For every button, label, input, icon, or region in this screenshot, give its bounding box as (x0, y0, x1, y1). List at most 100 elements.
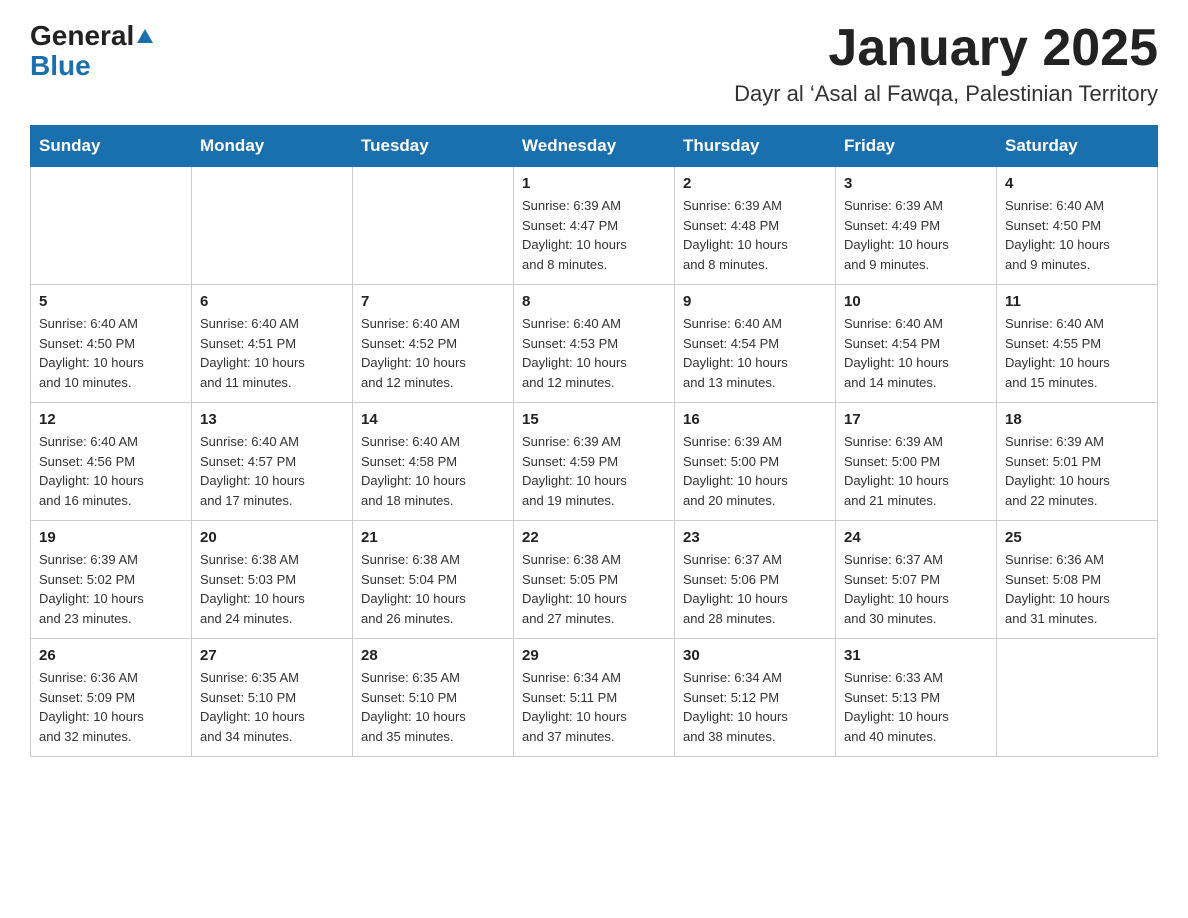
table-row (31, 167, 192, 285)
day-number: 1 (522, 175, 666, 192)
day-number: 16 (683, 411, 827, 428)
day-info: Sunrise: 6:40 AMSunset: 4:56 PMDaylight:… (39, 432, 183, 510)
title-block: January 2025 Dayr al ‘Asal al Fawqa, Pal… (734, 20, 1158, 107)
table-row: 24 Sunrise: 6:37 AMSunset: 5:07 PMDayligh… (836, 521, 997, 639)
table-row: 1 Sunrise: 6:39 AMSunset: 4:47 PMDaylight… (514, 167, 675, 285)
day-number: 26 (39, 647, 183, 664)
table-row: 15Sunrise: 6:39 AMSunset: 4:59 PMDayligh… (514, 403, 675, 521)
day-info: Sunrise: 6:40 AMSunset: 4:52 PMDaylight:… (361, 314, 505, 392)
day-info: Sunrise: 6:39 AMSunset: 5:02 PMDaylight:… (39, 550, 183, 628)
calendar-week-row: 12 Sunrise: 6:40 AMSunset: 4:56 PMDayligh… (31, 403, 1158, 521)
day-number: 10 (844, 293, 988, 310)
header-friday: Friday (836, 126, 997, 167)
day-info: Sunrise: 6:38 AMSunset: 5:04 PMDaylight:… (361, 550, 505, 628)
day-info: Sunrise: 6:39 AMSunset: 4:49 PMDaylight:… (844, 196, 988, 274)
table-row: 11 Sunrise: 6:40 AMSunset: 4:55 PMDayligh… (997, 285, 1158, 403)
day-info: Sunrise: 6:40 AMSunset: 4:54 PMDaylight:… (683, 314, 827, 392)
day-number: 27 (200, 647, 344, 664)
day-number: 19 (39, 529, 183, 546)
table-row: 28Sunrise: 6:35 AMSunset: 5:10 PMDayligh… (353, 639, 514, 757)
table-row: 31Sunrise: 6:33 AMSunset: 5:13 PMDayligh… (836, 639, 997, 757)
header-saturday: Saturday (997, 126, 1158, 167)
table-row: 7 Sunrise: 6:40 AMSunset: 4:52 PMDaylight… (353, 285, 514, 403)
header-monday: Monday (192, 126, 353, 167)
day-number: 3 (844, 175, 988, 192)
table-row (353, 167, 514, 285)
day-number: 20 (200, 529, 344, 546)
day-number: 18 (1005, 411, 1149, 428)
day-number: 23 (683, 529, 827, 546)
day-info: Sunrise: 6:40 AMSunset: 4:50 PMDaylight:… (39, 314, 183, 392)
header-tuesday: Tuesday (353, 126, 514, 167)
calendar-subtitle: Dayr al ‘Asal al Fawqa, Palestinian Terr… (734, 81, 1158, 107)
day-info: Sunrise: 6:40 AMSunset: 4:55 PMDaylight:… (1005, 314, 1149, 392)
day-info: Sunrise: 6:39 AMSunset: 4:47 PMDaylight:… (522, 196, 666, 274)
calendar-week-row: 26 Sunrise: 6:36 AMSunset: 5:09 PMDayligh… (31, 639, 1158, 757)
calendar-week-row: 19 Sunrise: 6:39 AMSunset: 5:02 PMDayligh… (31, 521, 1158, 639)
table-row: 20 Sunrise: 6:38 AMSunset: 5:03 PMDayligh… (192, 521, 353, 639)
day-info: Sunrise: 6:36 AMSunset: 5:09 PMDaylight:… (39, 668, 183, 746)
day-info: Sunrise: 6:40 AMSunset: 4:53 PMDaylight:… (522, 314, 666, 392)
table-row: 25Sunrise: 6:36 AMSunset: 5:08 PMDayligh… (997, 521, 1158, 639)
day-info: Sunrise: 6:35 AMSunset: 5:10 PMDaylight:… (361, 668, 505, 746)
table-row: 19 Sunrise: 6:39 AMSunset: 5:02 PMDayligh… (31, 521, 192, 639)
day-info: Sunrise: 6:37 AMSunset: 5:07 PMDaylight:… (844, 550, 988, 628)
table-row: 5Sunrise: 6:40 AMSunset: 4:50 PMDaylight… (31, 285, 192, 403)
day-number: 6 (200, 293, 344, 310)
day-info: Sunrise: 6:40 AMSunset: 4:50 PMDaylight:… (1005, 196, 1149, 274)
day-number: 2 (683, 175, 827, 192)
day-number: 14 (361, 411, 505, 428)
table-row: 12 Sunrise: 6:40 AMSunset: 4:56 PMDayligh… (31, 403, 192, 521)
day-number: 21 (361, 529, 505, 546)
day-info: Sunrise: 6:34 AMSunset: 5:12 PMDaylight:… (683, 668, 827, 746)
day-number: 12 (39, 411, 183, 428)
day-number: 11 (1005, 293, 1149, 310)
table-row: 17Sunrise: 6:39 AMSunset: 5:00 PMDayligh… (836, 403, 997, 521)
day-number: 8 (522, 293, 666, 310)
day-number: 7 (361, 293, 505, 310)
day-info: Sunrise: 6:39 AMSunset: 5:00 PMDaylight:… (844, 432, 988, 510)
day-info: Sunrise: 6:39 AMSunset: 5:00 PMDaylight:… (683, 432, 827, 510)
table-row: 23 Sunrise: 6:37 AMSunset: 5:06 PMDayligh… (675, 521, 836, 639)
calendar-title: January 2025 (734, 20, 1158, 77)
header-sunday: Sunday (31, 126, 192, 167)
day-number: 25 (1005, 529, 1149, 546)
day-number: 24 (844, 529, 988, 546)
table-row: 13Sunrise: 6:40 AMSunset: 4:57 PMDayligh… (192, 403, 353, 521)
day-info: Sunrise: 6:40 AMSunset: 4:58 PMDaylight:… (361, 432, 505, 510)
day-number: 9 (683, 293, 827, 310)
table-row: 3 Sunrise: 6:39 AMSunset: 4:49 PMDaylight… (836, 167, 997, 285)
table-row: 4 Sunrise: 6:40 AMSunset: 4:50 PMDaylight… (997, 167, 1158, 285)
logo-arrow-icon (136, 27, 154, 45)
table-row: 9 Sunrise: 6:40 AMSunset: 4:54 PMDaylight… (675, 285, 836, 403)
header-wednesday: Wednesday (514, 126, 675, 167)
day-info: Sunrise: 6:40 AMSunset: 4:54 PMDaylight:… (844, 314, 988, 392)
table-row: 26 Sunrise: 6:36 AMSunset: 5:09 PMDayligh… (31, 639, 192, 757)
table-row: 29Sunrise: 6:34 AMSunset: 5:11 PMDayligh… (514, 639, 675, 757)
page-header: General Blue January 2025 Dayr al ‘Asal … (30, 20, 1158, 107)
table-row: 27 Sunrise: 6:35 AMSunset: 5:10 PMDayligh… (192, 639, 353, 757)
day-number: 22 (522, 529, 666, 546)
table-row: 22 Sunrise: 6:38 AMSunset: 5:05 PMDayligh… (514, 521, 675, 639)
calendar-week-row: 5Sunrise: 6:40 AMSunset: 4:50 PMDaylight… (31, 285, 1158, 403)
header-thursday: Thursday (675, 126, 836, 167)
day-number: 30 (683, 647, 827, 664)
day-number: 4 (1005, 175, 1149, 192)
day-info: Sunrise: 6:38 AMSunset: 5:05 PMDaylight:… (522, 550, 666, 628)
day-info: Sunrise: 6:35 AMSunset: 5:10 PMDaylight:… (200, 668, 344, 746)
table-row (997, 639, 1158, 757)
day-info: Sunrise: 6:39 AMSunset: 4:48 PMDaylight:… (683, 196, 827, 274)
weekday-header-row: Sunday Monday Tuesday Wednesday Thursday… (31, 126, 1158, 167)
calendar-week-row: 1 Sunrise: 6:39 AMSunset: 4:47 PMDaylight… (31, 167, 1158, 285)
day-info: Sunrise: 6:37 AMSunset: 5:06 PMDaylight:… (683, 550, 827, 628)
table-row: 30 Sunrise: 6:34 AMSunset: 5:12 PMDayligh… (675, 639, 836, 757)
day-info: Sunrise: 6:39 AMSunset: 5:01 PMDaylight:… (1005, 432, 1149, 510)
table-row: 8 Sunrise: 6:40 AMSunset: 4:53 PMDaylight… (514, 285, 675, 403)
table-row: 2 Sunrise: 6:39 AMSunset: 4:48 PMDaylight… (675, 167, 836, 285)
calendar-table: Sunday Monday Tuesday Wednesday Thursday… (30, 125, 1158, 757)
logo-general-text: General (30, 20, 134, 52)
day-info: Sunrise: 6:40 AMSunset: 4:57 PMDaylight:… (200, 432, 344, 510)
logo-blue-text: Blue (30, 50, 91, 82)
table-row: 16 Sunrise: 6:39 AMSunset: 5:00 PMDayligh… (675, 403, 836, 521)
day-info: Sunrise: 6:38 AMSunset: 5:03 PMDaylight:… (200, 550, 344, 628)
